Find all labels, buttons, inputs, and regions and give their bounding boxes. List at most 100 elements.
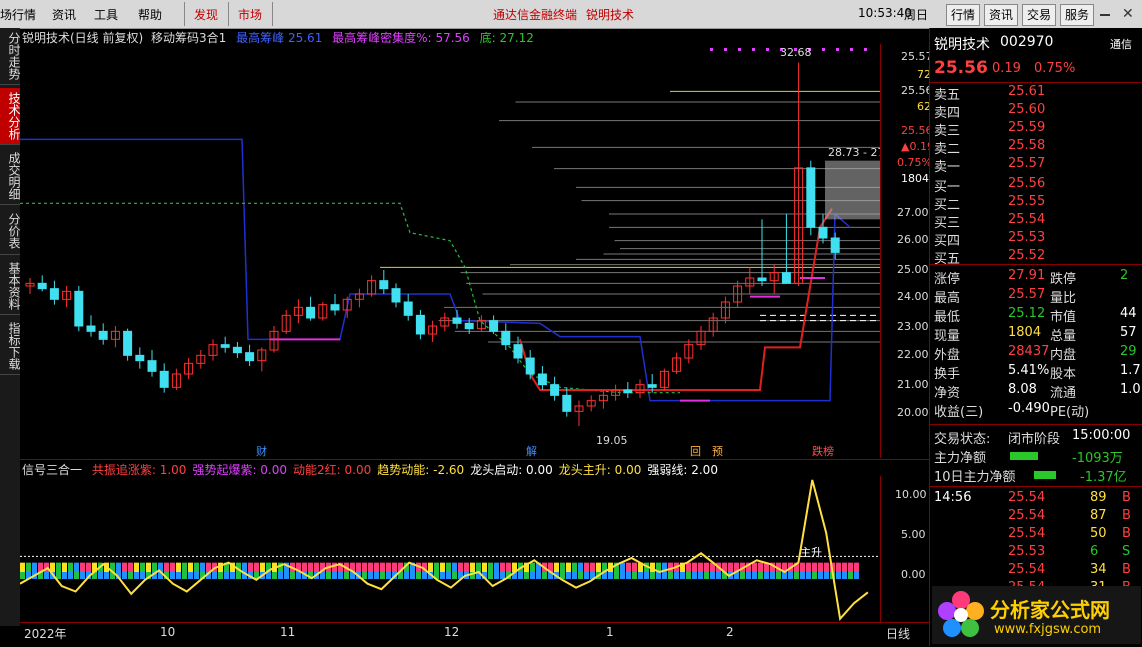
signal-bar <box>176 562 181 572</box>
signal-bar <box>134 562 139 572</box>
quote-panel: 锐明技术 002970 通信 25.56 0.19 0.75% 卖五 25.61 卖… <box>929 28 1142 646</box>
menu-market[interactable]: 市场 <box>238 6 262 23</box>
signal-bar <box>62 572 67 580</box>
signal-dot <box>864 48 867 51</box>
sub-indicator-name[interactable]: 信号三合一 <box>22 463 82 477</box>
bottom-label: 底: <box>479 31 496 45</box>
menu-news[interactable]: 资讯 <box>52 6 76 23</box>
signal-bar <box>302 562 307 572</box>
ask-row[interactable]: 卖一 25.57 <box>930 156 1142 175</box>
menu-help[interactable]: 帮助 <box>138 6 162 23</box>
sub-item-label: 强弱线: <box>647 463 688 477</box>
btn-news[interactable]: 资讯 <box>984 4 1019 26</box>
event-tag-unlock[interactable]: 解 <box>526 444 537 458</box>
tick-time: 14:56 <box>934 490 972 505</box>
tab-price-table[interactable]: 分价表 <box>0 208 21 255</box>
stat-value: 57 <box>1120 325 1137 340</box>
signal-bar <box>758 572 763 580</box>
row-label: 买二 <box>934 198 961 213</box>
stat-label: 换手 <box>934 367 961 382</box>
axis-tick: 22.00 <box>897 348 929 361</box>
candle-body <box>781 272 791 284</box>
tab-indicator-download[interactable]: 指标下载 <box>0 318 21 375</box>
main-net-value: -1093万 <box>1072 451 1123 466</box>
btn-trade[interactable]: 交易 <box>1022 4 1057 26</box>
time-label: 2022年 <box>24 627 67 641</box>
ask-row[interactable]: 卖二 25.58 <box>930 138 1142 157</box>
tab-fundamentals[interactable]: 基本资料 <box>0 258 21 315</box>
sub-item-label: 强势起爆紫: <box>192 463 257 477</box>
event-tag-list[interactable]: 跌榜 <box>812 444 834 458</box>
row-value: 25.54 <box>1008 212 1046 227</box>
signal-bar <box>344 572 349 580</box>
signal-bar <box>824 562 829 572</box>
highlight-box <box>825 160 880 220</box>
quote-tab[interactable]: 通信 <box>1110 36 1132 52</box>
ask-row[interactable]: 卖四 25.60 <box>930 102 1142 121</box>
event-tag-forecast[interactable]: 预 <box>712 445 723 458</box>
signal-bar <box>20 572 25 580</box>
divider <box>930 486 1142 487</box>
signal-bar <box>560 562 565 572</box>
signal-bar <box>338 572 343 580</box>
btn-quote[interactable]: 行情 <box>946 4 981 26</box>
tick-price: 25.54 <box>1008 562 1046 577</box>
candle-body <box>306 306 316 319</box>
tab-technical[interactable]: 技术分析 <box>0 88 21 145</box>
bottom-value: 27.12 <box>499 31 534 45</box>
ask-row[interactable]: 卖三 25.59 <box>930 120 1142 139</box>
signal-bar <box>710 572 715 580</box>
candle-body <box>525 357 535 375</box>
candle-body <box>159 370 169 388</box>
bid-row[interactable]: 买二 25.55 <box>930 194 1142 213</box>
signal-bar <box>254 562 259 572</box>
axis-tick: 21.00 <box>897 378 929 391</box>
main-net-row: 主力净额 -1093万 <box>930 447 1142 466</box>
tab-intraday[interactable]: 分时走势 <box>0 28 21 85</box>
signal-bar <box>662 572 667 580</box>
signal-bar <box>656 572 661 580</box>
bid-row[interactable]: 买三 25.54 <box>930 212 1142 231</box>
indicator-name[interactable]: 移动筹码3合1 <box>151 31 226 45</box>
minimize-icon[interactable] <box>1100 14 1110 16</box>
menu-tools[interactable]: 工具 <box>94 6 118 23</box>
candle-body <box>806 167 816 228</box>
menu-market-quote[interactable]: 场行情 <box>0 6 36 23</box>
close-icon[interactable]: ✕ <box>1122 6 1134 22</box>
signal-bar <box>716 572 721 580</box>
tick-volume: 89 <box>1090 490 1107 505</box>
signal-bar <box>746 572 751 580</box>
tab-trade-detail[interactable]: 成交明细 <box>0 148 21 205</box>
event-tag-buyback[interactable]: 回 <box>690 445 701 458</box>
signal-bar <box>434 562 439 572</box>
candle-body <box>135 354 145 362</box>
candle-body <box>537 373 547 386</box>
candle-body <box>623 389 633 394</box>
signal-bar <box>812 572 817 580</box>
event-tag-finance[interactable]: 财 <box>256 444 267 458</box>
stat-label: 现量 <box>934 329 961 344</box>
stat-value: 28437 <box>1008 344 1050 359</box>
row-value: 25.58 <box>1008 138 1046 153</box>
signal-bar <box>686 562 691 572</box>
menu-discover[interactable]: 发现 <box>194 6 218 23</box>
row-label: 卖二 <box>934 142 961 157</box>
signal-bar <box>80 562 85 572</box>
signal-dot <box>822 48 825 51</box>
bid-row[interactable]: 买四 25.53 <box>930 230 1142 249</box>
period-label[interactable]: 日线 <box>886 625 910 642</box>
row-value: 25.60 <box>1008 102 1046 117</box>
signal-bar <box>314 562 319 572</box>
signal-bar <box>704 562 709 572</box>
signal-dot <box>752 48 755 51</box>
bid-row[interactable]: 买一 25.56 <box>930 176 1142 195</box>
chart-divider <box>20 459 929 460</box>
chart-title[interactable]: 锐明技术(日线 前复权) <box>22 31 143 45</box>
signal-subchart[interactable]: 主升 <box>20 476 880 622</box>
candlestick-chart[interactable]: 32.68 19.05 28.73 - 27 财 解 回 预 跌榜 <box>20 44 880 458</box>
btn-service[interactable]: 服务 <box>1060 4 1095 26</box>
ask-row[interactable]: 卖五 25.61 <box>930 84 1142 103</box>
candle-body <box>232 346 242 354</box>
signal-bar <box>380 562 385 572</box>
axis-top-price: 25.57 <box>901 50 933 63</box>
